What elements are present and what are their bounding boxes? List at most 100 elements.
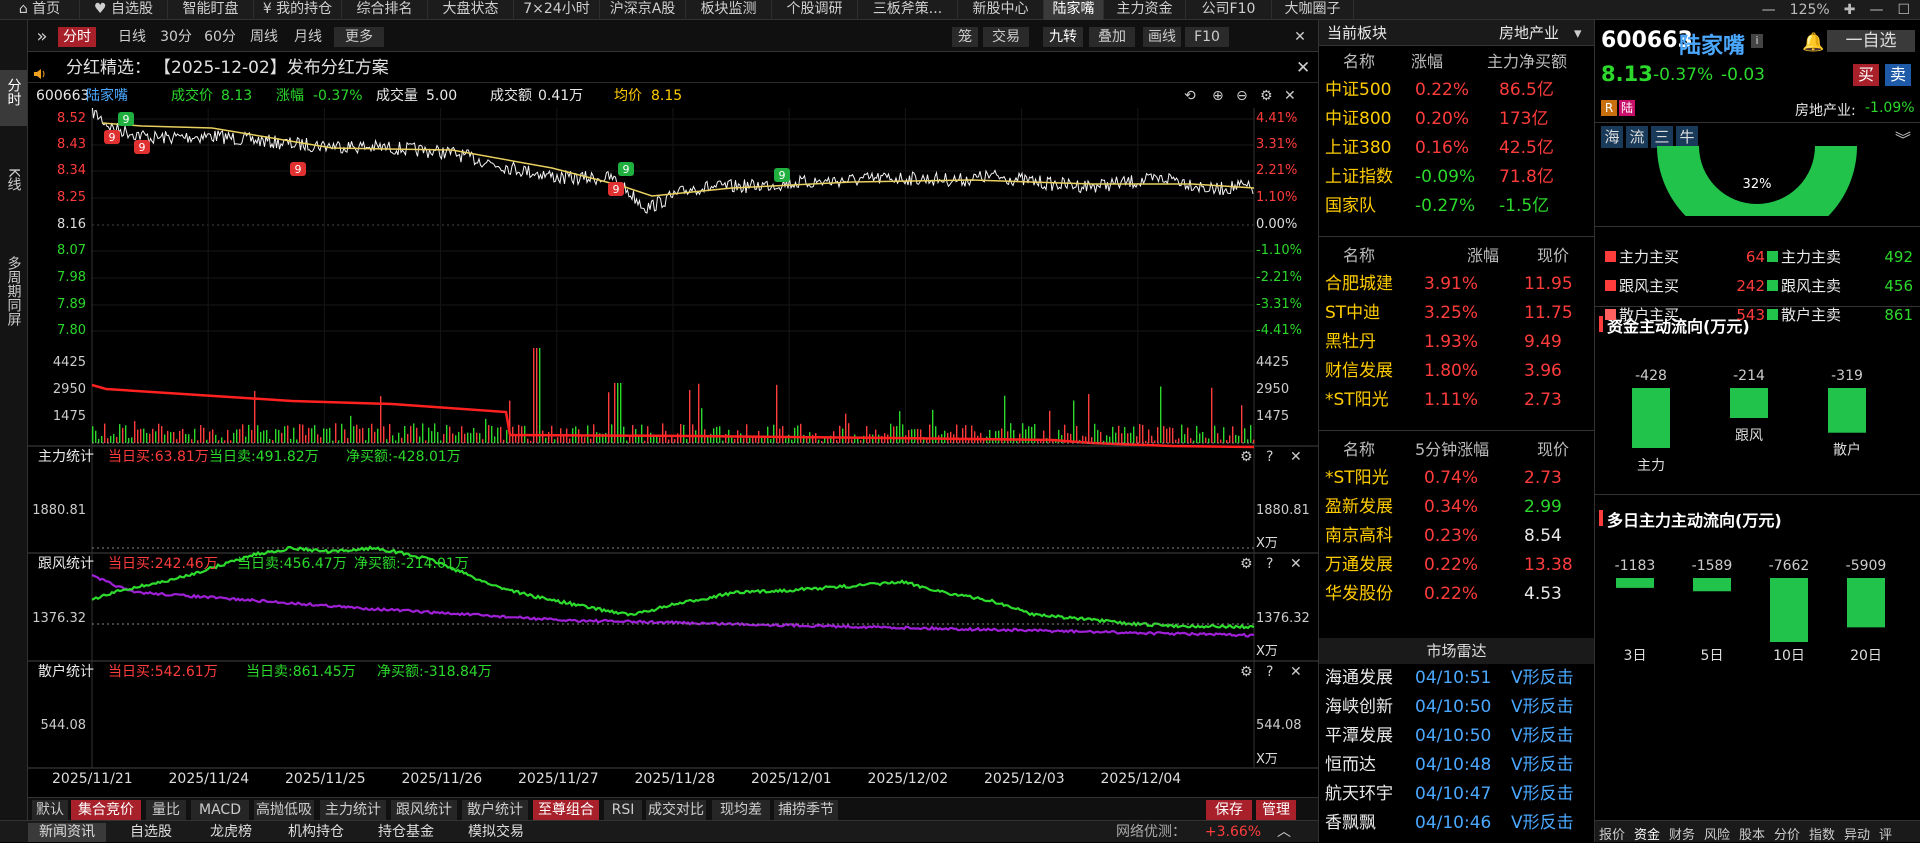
indicator-tab[interactable]: 散户统计 [462, 800, 528, 820]
table-row[interactable]: *ST阳光 0.74% 2.73 [1319, 464, 1594, 493]
help-icon[interactable]: ? [1266, 447, 1273, 467]
news-tab[interactable]: 龙虎榜 [196, 823, 266, 842]
indicator-tab[interactable]: 主力统计 [320, 800, 386, 820]
detail-tab[interactable]: 报价 [1599, 824, 1625, 843]
indicator-tab[interactable]: RSI [604, 800, 642, 820]
minimize-icon[interactable]: — [1869, 2, 1883, 18]
indicator-tab[interactable]: 保存 [1206, 800, 1252, 820]
table-row[interactable]: 航天环宇 04/10:47 V形反击 [1319, 780, 1594, 809]
detail-tab[interactable]: 分价 [1774, 824, 1800, 843]
table-row[interactable]: 上证380 0.16% 42.5亿 [1319, 134, 1594, 163]
table-row[interactable]: 香飘飘 04/10:46 V形反击 [1319, 809, 1594, 838]
news-tab[interactable]: 新闻资讯 [28, 823, 106, 842]
expand-icon[interactable]: » [32, 27, 52, 47]
top-tab[interactable]: 沪深京A股 [600, 0, 686, 20]
indicator-tab[interactable]: 管理 [1256, 800, 1296, 820]
news-tab[interactable]: 模拟交易 [456, 823, 536, 842]
top-tab[interactable]: ¥ 我的持仓 [254, 0, 342, 20]
table-row[interactable]: 黑牡丹 1.93% 9.49 [1319, 328, 1594, 357]
zoom-out-icon[interactable]: ⊖ [1236, 84, 1248, 108]
tool-button[interactable]: 叠加 [1089, 27, 1135, 47]
tool-button[interactable]: 九转 [1043, 27, 1083, 47]
help-icon[interactable]: ? [1266, 554, 1273, 574]
close-icon[interactable]: ✕ [1290, 662, 1302, 682]
top-tab[interactable]: 智能盯盘 [168, 0, 254, 20]
table-row[interactable]: 平潭发展 04/10:50 V形反击 [1319, 722, 1594, 751]
tag-button[interactable]: 牛 [1676, 126, 1698, 148]
indicator-tab[interactable]: 量比 [146, 800, 186, 820]
indicator-tab[interactable]: 捕捞季节 [774, 800, 838, 820]
table-row[interactable]: 南京高科 0.23% 8.54 [1319, 522, 1594, 551]
indicator-tab[interactable]: MACD [191, 800, 249, 820]
close-icon[interactable]: ✕ [1296, 53, 1310, 83]
table-row[interactable]: 盈新发展 0.34% 2.99 [1319, 493, 1594, 522]
news-tab[interactable]: 机构持仓 [276, 823, 356, 842]
top-tab[interactable]: 公司F10 [1186, 0, 1272, 20]
table-row[interactable]: 财信发展 1.80% 3.96 [1319, 357, 1594, 386]
indicator-tab[interactable]: 高抛低吸 [254, 800, 314, 820]
top-tab[interactable]: 综合排名 [342, 0, 428, 20]
sector-name[interactable]: 房地产业 [1499, 20, 1559, 46]
info-icon[interactable]: i [1751, 34, 1763, 48]
maximize-icon[interactable]: ☐ [1897, 2, 1910, 18]
top-tab[interactable]: 大咖圈子 [1272, 0, 1354, 20]
detail-tab[interactable]: 评 [1879, 824, 1892, 843]
detail-tab[interactable]: 股本 [1739, 824, 1765, 843]
period-button[interactable]: 30分 [156, 27, 196, 47]
table-row[interactable]: 海峡创新 04/10:50 V形反击 [1319, 693, 1594, 722]
gear-icon[interactable]: ⚙ [1260, 84, 1273, 108]
top-tab[interactable]: 主力资金 [1104, 0, 1186, 20]
table-row[interactable]: ST中迪 3.25% 11.75 [1319, 299, 1594, 328]
detail-tab[interactable]: 异动 [1844, 824, 1870, 843]
top-tab[interactable]: 个股调研 [772, 0, 858, 20]
period-button[interactable]: 分时 [58, 27, 96, 47]
table-row[interactable]: 海通发展 04/10:51 V形反击 [1319, 664, 1594, 693]
close-icon[interactable]: ✕ [1290, 27, 1310, 47]
tag-button[interactable]: 海 [1601, 126, 1623, 148]
zoom-in-icon[interactable]: ⊕ [1212, 84, 1224, 108]
table-row[interactable]: 上证指数 -0.09% 71.8亿 [1319, 163, 1594, 192]
add-favorite-button[interactable]: 一自选 [1827, 30, 1915, 52]
table-row[interactable]: 恒而达 04/10:48 V形反击 [1319, 751, 1594, 780]
table-row[interactable]: 万通发展 0.22% 13.38 [1319, 551, 1594, 580]
detail-tab[interactable]: 风险 [1704, 824, 1730, 843]
gear-icon[interactable]: ⚙ [1240, 447, 1253, 467]
buy-button[interactable]: 买 [1853, 64, 1879, 86]
period-button[interactable]: 60分 [200, 27, 240, 47]
gear-icon[interactable]: ⚙ [1240, 662, 1253, 682]
refresh-icon[interactable]: ⟲ [1184, 84, 1196, 108]
detail-tab[interactable]: 财务 [1669, 824, 1695, 843]
indicator-tab[interactable]: 跟风统计 [391, 800, 457, 820]
top-tab[interactable]: 陆家嘴 [1044, 0, 1104, 20]
collapse-icon[interactable]: ︿ [1274, 823, 1294, 842]
table-row[interactable]: 中证500 0.22% 86.5亿 [1319, 76, 1594, 105]
top-tab[interactable]: 三板斧策... [858, 0, 958, 20]
tag-button[interactable]: 三 [1651, 126, 1673, 148]
sidebar-item-kline[interactable]: K线 [0, 168, 27, 216]
period-button[interactable]: 日线 [112, 27, 152, 47]
top-tab[interactable]: 新股中心 [958, 0, 1044, 20]
top-tab[interactable]: 板块监测 [686, 0, 772, 20]
table-row[interactable]: 国家队 -0.27% -1.5亿 [1319, 192, 1594, 221]
tool-button[interactable]: 交易 [983, 27, 1029, 47]
top-tab[interactable]: 大盘状态 [428, 0, 514, 20]
top-tab[interactable]: ♥ 自选股 [80, 0, 168, 20]
sell-button[interactable]: 卖 [1885, 64, 1911, 86]
tool-button[interactable]: 画线 [1143, 27, 1181, 47]
indicator-tab[interactable]: 默认 [32, 800, 68, 820]
close-icon[interactable]: ✕ [1284, 84, 1296, 108]
period-button[interactable]: 月线 [288, 27, 328, 47]
zoom-out-icon[interactable]: — [1762, 2, 1776, 18]
top-tab[interactable]: 7×24小时 [514, 0, 600, 20]
detail-tab[interactable]: 资金 [1634, 824, 1660, 843]
indicator-tab[interactable]: 现均差 [712, 800, 770, 820]
top-tab[interactable]: ⌂ 首页 [0, 0, 80, 20]
close-icon[interactable]: ✕ [1290, 447, 1302, 467]
bell-icon[interactable]: 🔔 [1802, 32, 1824, 53]
indicator-tab[interactable]: 集合竞价 [71, 800, 141, 820]
table-row[interactable]: 合肥城建 3.91% 11.95 [1319, 270, 1594, 299]
indicator-tab[interactable]: 成交对比 [646, 800, 706, 820]
tool-button[interactable]: F10 [1185, 27, 1229, 47]
indicator-tab[interactable]: 至尊组合 [533, 800, 599, 820]
chevron-down-icon[interactable]: ▾ [1574, 20, 1582, 46]
